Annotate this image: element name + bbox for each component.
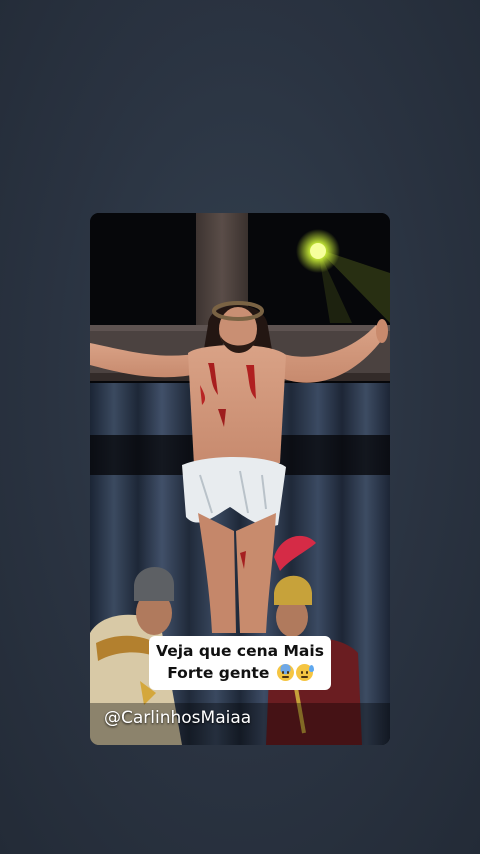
caption-line-2-text: Forte gente [167, 664, 270, 682]
caption-line-1: Veja que cena Mais [156, 642, 324, 660]
anxious-face-with-sweat-icon [276, 664, 294, 681]
downcast-face-with-sweat-icon [295, 664, 314, 681]
creator-watermark: @CarlinhosMaiaa [104, 708, 252, 728]
video-player[interactable]: Veja que cena Mais Forte gente @Carlinho… [90, 213, 390, 745]
caption-line-2: Forte gente [155, 662, 325, 684]
video-caption: Veja que cena Mais Forte gente [149, 636, 331, 690]
story-screen: Veja que cena Mais Forte gente @Carlinho… [0, 0, 480, 854]
